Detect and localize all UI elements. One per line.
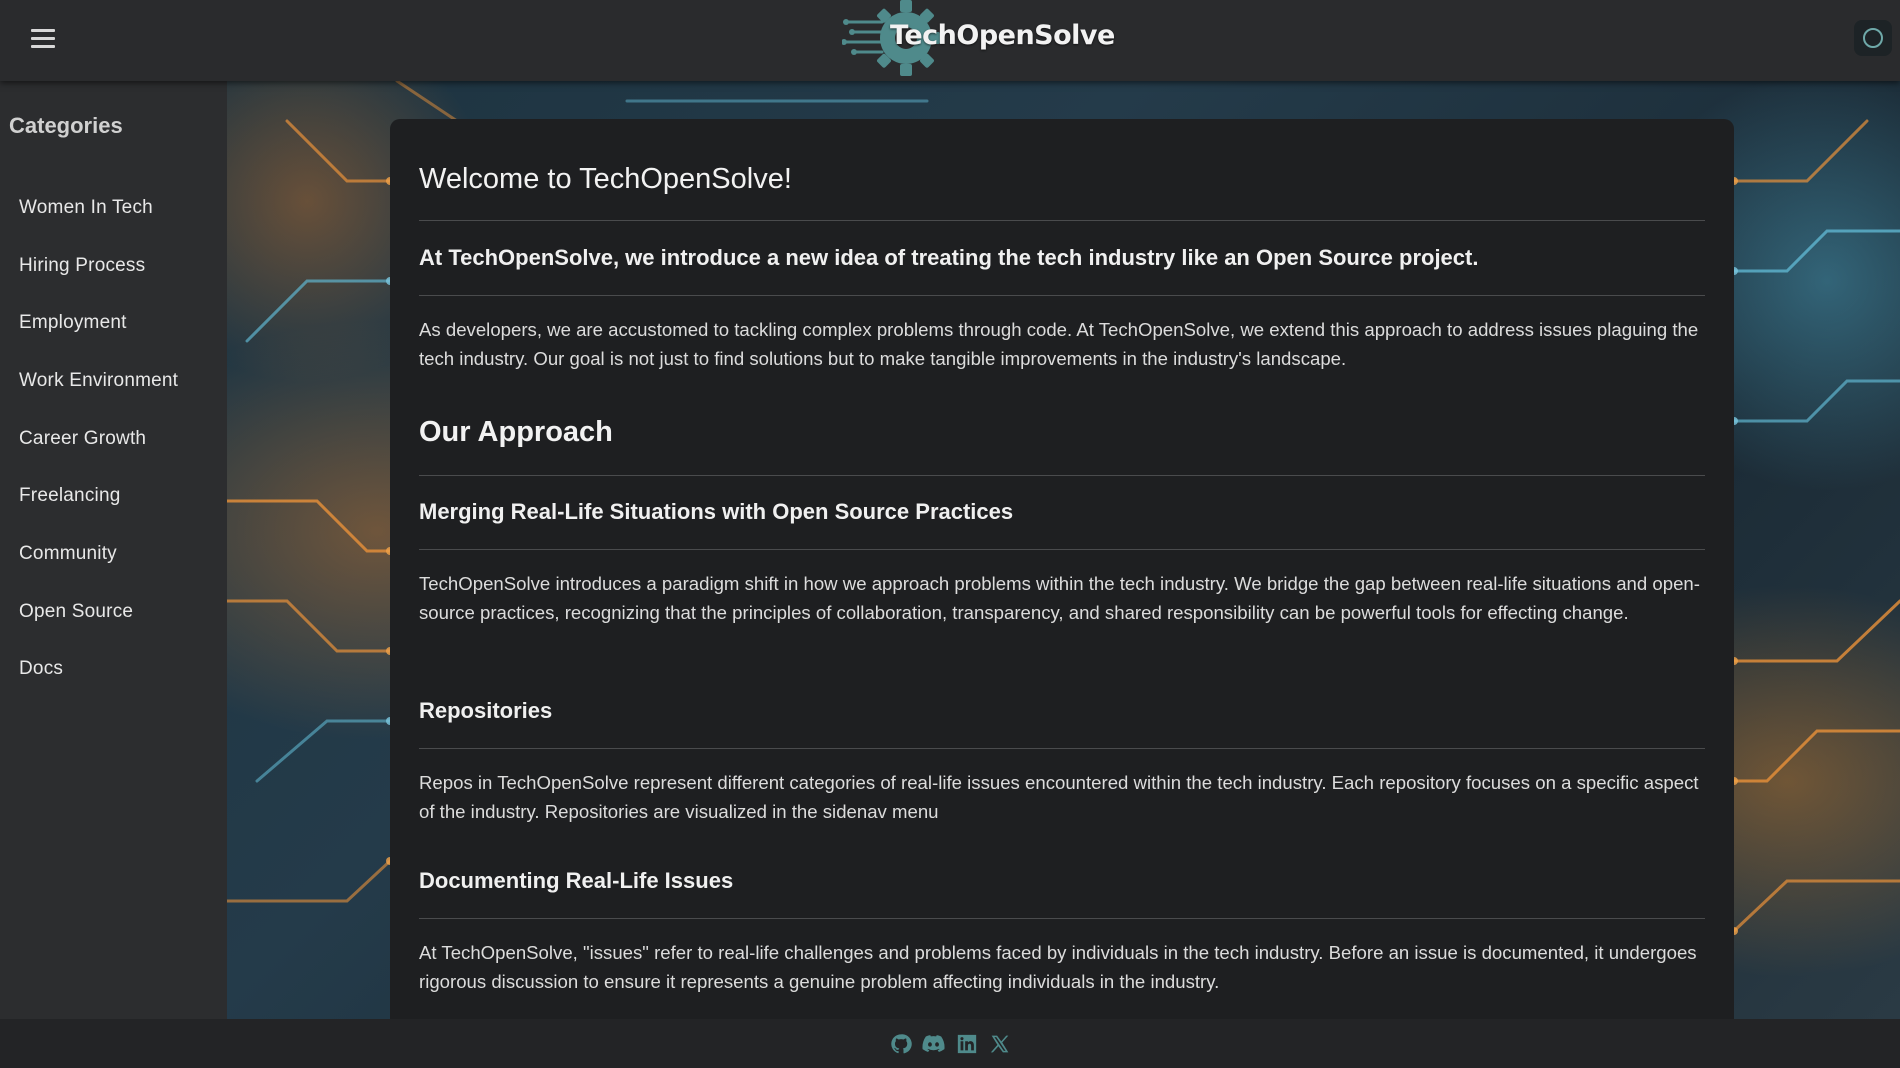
hamburger-menu-icon[interactable]	[26, 24, 60, 52]
brand-logo[interactable]: TechOpenSolve	[842, 0, 1115, 78]
top-bar: TechOpenSolve	[0, 0, 1900, 81]
divider	[419, 475, 1705, 476]
documenting-heading: Documenting Real-Life Issues	[419, 868, 734, 893]
footer	[0, 1019, 1900, 1068]
github-icon[interactable]	[889, 1032, 913, 1056]
sidebar: Categories Women In Tech Hiring Process …	[0, 81, 227, 1019]
merging-paragraph: TechOpenSolve introduces a paradigm shif…	[419, 573, 1700, 623]
merging-heading: Merging Real-Life Situations with Open S…	[419, 499, 1014, 524]
repositories-heading: Repositories	[419, 698, 553, 723]
sidebar-item-career-growth[interactable]: Career Growth	[0, 410, 227, 468]
theme-toggle-button[interactable]	[1854, 20, 1892, 56]
sidebar-item-freelancing[interactable]: Freelancing	[0, 467, 227, 525]
approach-heading: Our Approach	[419, 416, 613, 448]
sidebar-item-women-in-tech[interactable]: Women In Tech	[0, 179, 227, 237]
sidebar-list: Women In Tech Hiring Process Employment …	[0, 179, 227, 698]
divider	[419, 549, 1705, 550]
documenting-paragraph: At TechOpenSolve, "issues" refer to real…	[419, 942, 1697, 992]
brand-name: TechOpenSolve	[890, 20, 1115, 51]
divider	[419, 748, 1705, 749]
sidebar-item-docs[interactable]: Docs	[0, 641, 227, 699]
sidebar-item-employment[interactable]: Employment	[0, 294, 227, 352]
discord-icon[interactable]	[922, 1032, 946, 1056]
sidebar-item-work-environment[interactable]: Work Environment	[0, 352, 227, 410]
sidebar-item-open-source[interactable]: Open Source	[0, 583, 227, 641]
divider	[419, 220, 1705, 221]
content-card: Welcome to TechOpenSolve! At TechOpenSol…	[390, 119, 1734, 1039]
divider	[419, 918, 1705, 919]
divider	[419, 295, 1705, 296]
sidebar-title: Categories	[9, 113, 123, 138]
linkedin-icon[interactable]	[955, 1032, 979, 1056]
moon-icon	[1863, 28, 1883, 48]
lead-heading: At TechOpenSolve, we introduce a new ide…	[419, 245, 1479, 270]
x-icon[interactable]	[988, 1032, 1012, 1056]
sidebar-item-community[interactable]: Community	[0, 525, 227, 583]
intro-paragraph: As developers, we are accustomed to tack…	[419, 319, 1699, 369]
page-title: Welcome to TechOpenSolve!	[419, 163, 792, 195]
sidebar-item-hiring-process[interactable]: Hiring Process	[0, 237, 227, 295]
repositories-paragraph: Repos in TechOpenSolve represent differe…	[419, 772, 1699, 822]
